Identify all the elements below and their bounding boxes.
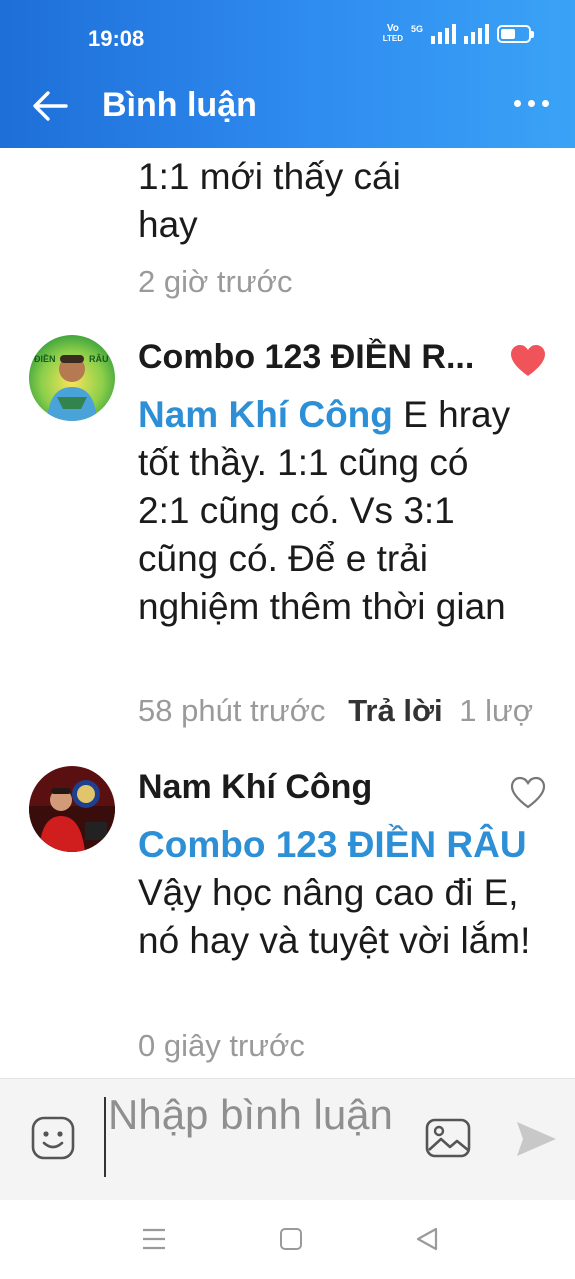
avatar-photo <box>29 766 115 852</box>
like-button[interactable] <box>510 776 546 810</box>
more-dots-icon <box>514 100 521 107</box>
comment-text: 1:1 mới thấy cái hay <box>138 156 401 245</box>
comment-text: Nam Khí Công E hray tốt thầy. 1:1 cũng c… <box>138 394 511 627</box>
arrow-left-icon <box>33 91 68 121</box>
comment-meta: 58 phút trước Trả lời 1 lượ <box>138 693 553 729</box>
battery-icon <box>497 25 534 43</box>
attach-image-button[interactable] <box>424 1117 472 1159</box>
like-button[interactable] <box>510 344 546 378</box>
signal-icon-2 <box>464 24 489 44</box>
comment-author[interactable]: Combo 123 ĐIỀN R... <box>138 338 488 377</box>
system-back-button[interactable] <box>414 1226 440 1252</box>
heart-outline-icon <box>510 776 546 809</box>
reply-button[interactable]: Trả lời <box>348 693 442 728</box>
comment-author[interactable]: Nam Khí Công <box>138 768 372 807</box>
emoji-button[interactable] <box>30 1115 76 1161</box>
recent-apps-button[interactable] <box>142 1228 166 1250</box>
mention-link[interactable]: Combo 123 ĐIỀN RÂU <box>138 824 527 865</box>
more-options-button[interactable] <box>514 100 549 107</box>
avatar[interactable]: ĐIỀN RÂU <box>29 335 115 421</box>
heart-filled-icon <box>511 345 545 376</box>
replies-count[interactable]: 1 lượ <box>459 693 533 728</box>
5g-label: 5G <box>410 24 423 34</box>
comment-time: 58 phút trước <box>138 693 326 728</box>
send-button[interactable] <box>514 1119 558 1159</box>
emoji-icon <box>31 1116 75 1160</box>
status-indicators: Vo LTED 5G <box>382 23 534 44</box>
comment-input[interactable]: Nhập bình luận <box>108 1091 398 1191</box>
page-title: Bình luận <box>102 86 257 124</box>
signal-icon <box>431 24 456 44</box>
svg-text:RÂU: RÂU <box>89 353 109 364</box>
home-button[interactable] <box>280 1228 302 1250</box>
svg-text:ĐIỀN: ĐIỀN <box>34 354 56 364</box>
volte-icon: Vo LTED <box>382 23 403 44</box>
triangle-back-icon <box>416 1227 438 1251</box>
comment-time: 2 giờ trước <box>138 264 293 299</box>
image-icon <box>425 1118 471 1158</box>
send-icon <box>517 1122 556 1156</box>
mention-link[interactable]: Nam Khí Công <box>138 394 393 435</box>
status-time: 19:08 <box>88 26 145 51</box>
comment-time: 0 giây trước <box>138 1028 305 1063</box>
avatar[interactable] <box>29 766 115 852</box>
app-header: 19:08 Vo LTED 5G Bình luận <box>0 0 575 148</box>
text-cursor <box>104 1097 106 1177</box>
comments-list[interactable]: 1:1 mới thấy cái hay 2 giờ trước ĐIỀN RÂ… <box>0 148 575 1078</box>
back-button[interactable] <box>30 88 70 124</box>
comment-text: Combo 123 ĐIỀN RÂU Vậy học nâng cao đi E… <box>138 824 531 961</box>
system-nav-bar <box>0 1200 575 1279</box>
menu-lines-icon <box>143 1228 165 1250</box>
avatar-photo: ĐIỀN RÂU <box>29 335 115 421</box>
comment-input-bar: Nhập bình luận <box>0 1078 575 1200</box>
